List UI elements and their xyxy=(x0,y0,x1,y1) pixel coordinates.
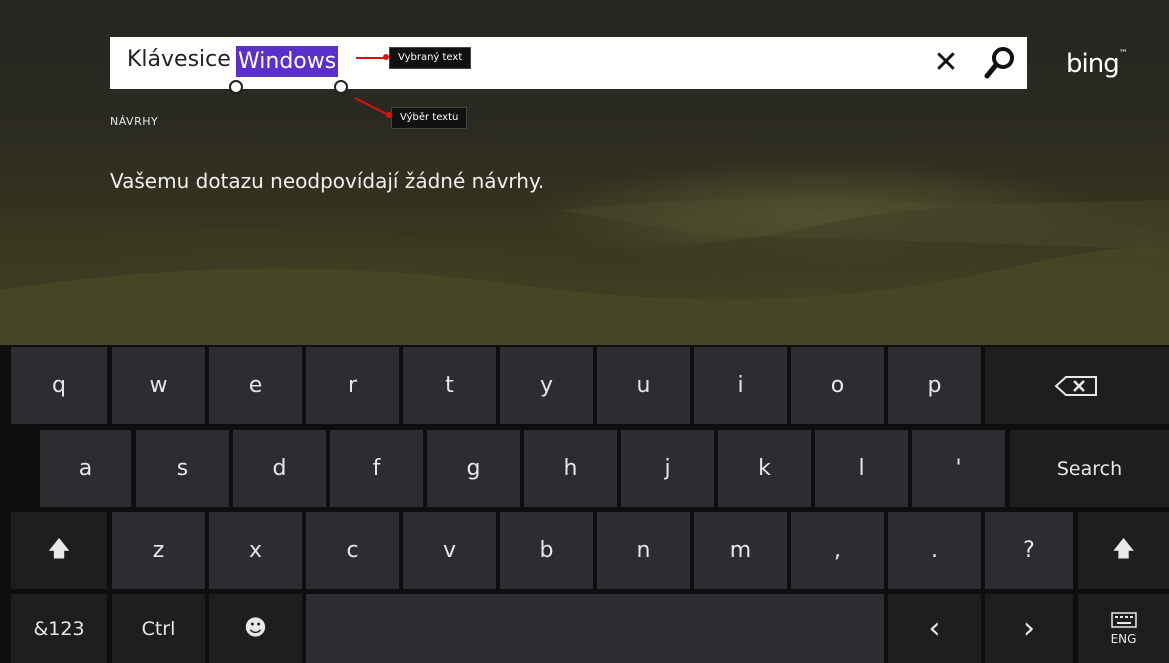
key-e[interactable]: e xyxy=(209,347,302,424)
keyboard-icon xyxy=(1110,611,1137,628)
key-i[interactable]: i xyxy=(694,347,787,424)
selection-end-handle[interactable] xyxy=(334,80,348,94)
shift-key-left[interactable]: 🡅 xyxy=(11,512,107,589)
left-arrow-key[interactable]: ‹ xyxy=(888,594,981,663)
ctrl-key[interactable]: Ctrl xyxy=(112,594,205,663)
key-t[interactable]: t xyxy=(403,347,496,424)
selected-query-text[interactable]: Windows xyxy=(236,46,339,77)
callout-selected-text: Vybraný text xyxy=(389,47,472,69)
key-p[interactable]: p xyxy=(888,347,981,424)
key-d[interactable]: d xyxy=(233,430,326,507)
key-z[interactable]: z xyxy=(112,512,205,589)
key-j[interactable]: j xyxy=(621,430,714,507)
selection-start-handle[interactable] xyxy=(229,80,243,94)
callout-arrow xyxy=(356,57,386,59)
backspace-icon xyxy=(1054,375,1097,396)
key-x[interactable]: x xyxy=(209,512,302,589)
key-h[interactable]: h xyxy=(524,430,617,507)
no-suggestions-message: Vašemu dotazu neodpovídají žádné návrhy. xyxy=(110,169,545,193)
callout-text-selection: Výběr textu xyxy=(391,107,468,129)
key-f[interactable]: f xyxy=(330,430,423,507)
key-g[interactable]: g xyxy=(427,430,520,507)
key-comma[interactable]: , xyxy=(791,512,884,589)
key-apostrophe[interactable]: ' xyxy=(912,430,1005,507)
backspace-key[interactable] xyxy=(985,347,1169,424)
touch-keyboard: q w e r t y u i o p a s d f g h j k l ' … xyxy=(0,345,1169,663)
key-a[interactable]: a xyxy=(40,430,131,507)
bing-logo[interactable]: bing™ xyxy=(1066,49,1128,79)
key-w[interactable]: w xyxy=(112,347,205,424)
right-arrow-key[interactable]: › xyxy=(985,594,1073,663)
clear-button[interactable]: ✕ xyxy=(927,45,965,81)
key-period[interactable]: . xyxy=(888,512,981,589)
key-k[interactable]: k xyxy=(718,430,811,507)
query-text[interactable]: Klávesice xyxy=(127,47,238,72)
search-box[interactable]: Klávesice Windows ✕ xyxy=(110,37,1027,89)
symbols-key[interactable]: &123 xyxy=(11,594,107,663)
key-v[interactable]: v xyxy=(403,512,496,589)
key-m[interactable]: m xyxy=(694,512,787,589)
key-q[interactable]: q xyxy=(11,347,107,424)
suggestions-label: NÁVRHY xyxy=(110,115,159,128)
key-c[interactable]: c xyxy=(306,512,399,589)
key-b[interactable]: b xyxy=(500,512,593,589)
key-o[interactable]: o xyxy=(791,347,884,424)
shift-key-right[interactable]: 🡅 xyxy=(1078,512,1169,589)
keyboard-layout-key[interactable]: ENG xyxy=(1078,594,1169,663)
key-l[interactable]: l xyxy=(815,430,908,507)
search-icon[interactable] xyxy=(980,43,1020,83)
key-r[interactable]: r xyxy=(306,347,399,424)
key-y[interactable]: y xyxy=(500,347,593,424)
emoji-key[interactable]: ☻ xyxy=(209,594,302,663)
search-key[interactable]: Search xyxy=(1010,430,1169,507)
key-n[interactable]: n xyxy=(597,512,690,589)
language-label: ENG xyxy=(1110,631,1137,646)
key-u[interactable]: u xyxy=(597,347,690,424)
key-s[interactable]: s xyxy=(136,430,229,507)
key-question[interactable]: ? xyxy=(985,512,1073,589)
space-bar[interactable] xyxy=(306,594,884,663)
